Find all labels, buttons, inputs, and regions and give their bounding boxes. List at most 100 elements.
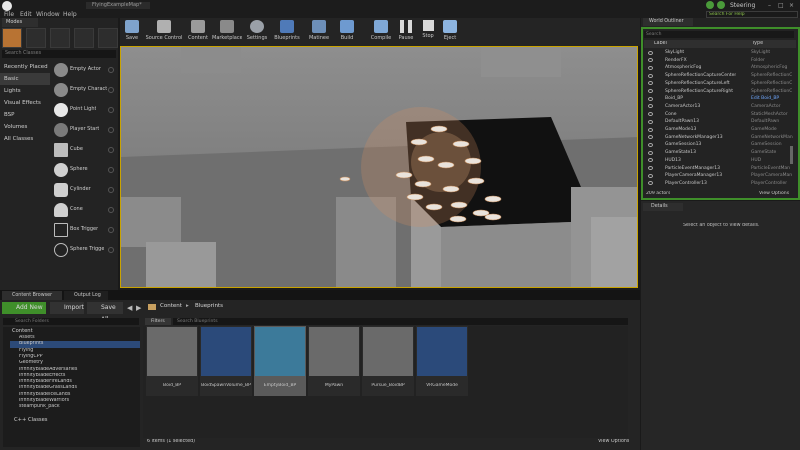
profile-icon[interactable] bbox=[717, 1, 725, 9]
category-bsp[interactable]: BSP bbox=[0, 109, 50, 121]
maximize-button[interactable]: □ bbox=[778, 2, 786, 9]
matinee-button[interactable]: Matinee bbox=[306, 20, 332, 45]
search-assets-input[interactable]: Search Blueprints bbox=[173, 318, 628, 325]
add-new-button[interactable]: Add New bbox=[2, 302, 46, 314]
asset-tile[interactable]: Boid_BP bbox=[146, 326, 198, 396]
outliner-row[interactable]: DefaultPawn13 DefaultPawn bbox=[643, 118, 795, 126]
outliner-row[interactable]: SphereReflectionCaptureCenter SphereRefle… bbox=[643, 72, 795, 80]
category-visual-effects[interactable]: Visual Effects bbox=[0, 97, 50, 109]
minimize-button[interactable]: – bbox=[768, 2, 776, 9]
tree-root-content[interactable]: Content bbox=[12, 328, 33, 334]
modes-tab[interactable]: Modes bbox=[2, 18, 38, 27]
landscape-mode-icon[interactable] bbox=[50, 28, 70, 48]
outliner-row[interactable]: Cone StaticMeshActor bbox=[643, 111, 795, 119]
place-item-player-start[interactable]: Player Start bbox=[52, 121, 118, 140]
foliage-mode-icon[interactable] bbox=[74, 28, 94, 48]
visibility-eye-icon[interactable] bbox=[648, 135, 653, 140]
close-button[interactable]: × bbox=[789, 2, 797, 9]
paint-mode-icon[interactable] bbox=[26, 28, 46, 48]
save-button[interactable]: Save bbox=[122, 20, 142, 45]
info-icon[interactable] bbox=[108, 67, 114, 73]
outliner-row[interactable]: SphereReflectionCaptureLeft SphereReflect… bbox=[643, 80, 795, 88]
column-type[interactable]: Type bbox=[752, 41, 763, 46]
visibility-eye-icon[interactable] bbox=[648, 166, 653, 170]
category-volumes[interactable]: Volumes bbox=[0, 121, 50, 133]
outliner-view-options[interactable]: View Options bbox=[759, 191, 789, 196]
import-button[interactable]: Import bbox=[50, 302, 84, 314]
visibility-eye-icon[interactable] bbox=[648, 142, 653, 147]
info-icon[interactable] bbox=[108, 207, 114, 213]
asset-tile[interactable]: EmptyBoid_BP bbox=[254, 326, 306, 396]
settings-button[interactable]: Settings bbox=[244, 20, 270, 45]
save-all-button[interactable]: Save All bbox=[87, 302, 123, 323]
visibility-eye-icon[interactable] bbox=[648, 119, 653, 124]
place-item-cube[interactable]: Cube bbox=[52, 141, 118, 160]
asset-tile[interactable]: Pursue_BoidBP bbox=[362, 326, 414, 396]
place-item-sphere[interactable]: Sphere bbox=[52, 161, 118, 180]
info-icon[interactable] bbox=[108, 127, 114, 133]
info-icon[interactable] bbox=[108, 187, 114, 193]
pause-button[interactable]: Pause bbox=[396, 20, 416, 45]
column-label[interactable]: Label bbox=[654, 41, 667, 46]
menu-edit[interactable]: Edit bbox=[20, 11, 32, 18]
place-item-box-trigger[interactable]: Box Trigger bbox=[52, 221, 118, 240]
visibility-eye-icon[interactable] bbox=[648, 89, 653, 93]
stop-button[interactable]: Stop bbox=[418, 20, 438, 45]
place-item-point-light[interactable]: Point Light bbox=[52, 101, 118, 120]
outliner-tab[interactable]: World Outliner bbox=[643, 18, 693, 26]
tab-content-browser[interactable]: Content Browser bbox=[2, 291, 62, 300]
visibility-eye-icon[interactable] bbox=[648, 65, 653, 70]
menu-file[interactable]: File bbox=[4, 11, 14, 18]
visibility-eye-icon[interactable] bbox=[648, 158, 653, 163]
outliner-search-input[interactable]: Search bbox=[644, 31, 794, 38]
tree-cpp-classes[interactable]: C++ Classes bbox=[14, 417, 48, 423]
geometry-mode-icon[interactable] bbox=[98, 28, 118, 48]
forward-arrow-icon[interactable]: ▶ bbox=[136, 304, 141, 312]
outliner-row[interactable]: AtmosphericFog AtmosphericFog bbox=[643, 64, 795, 72]
place-mode-icon[interactable] bbox=[2, 28, 22, 48]
category-lights[interactable]: Lights bbox=[0, 85, 50, 97]
outliner-row[interactable]: GameSession13 GameSession bbox=[643, 141, 795, 149]
level-viewport[interactable] bbox=[120, 46, 638, 288]
info-icon[interactable] bbox=[108, 107, 114, 113]
visibility-eye-icon[interactable] bbox=[648, 127, 653, 132]
visibility-eye-icon[interactable] bbox=[648, 181, 653, 186]
back-arrow-icon[interactable]: ◀ bbox=[127, 304, 132, 312]
outliner-row[interactable]: RenderFX Folder bbox=[643, 57, 795, 65]
info-icon[interactable] bbox=[108, 247, 114, 253]
outliner-row[interactable]: Boid_BP Edit Boid_BP bbox=[643, 95, 795, 103]
content-view-options[interactable]: View Options bbox=[598, 439, 629, 444]
tab-output-log[interactable]: Output Log bbox=[64, 291, 108, 300]
visibility-eye-icon[interactable] bbox=[648, 104, 653, 109]
unreal-logo-icon[interactable] bbox=[2, 1, 12, 11]
info-icon[interactable] bbox=[108, 167, 114, 173]
place-item-cylinder[interactable]: Cylinder bbox=[52, 181, 118, 200]
outliner-row[interactable]: SkyLight SkyLight bbox=[643, 49, 795, 57]
info-icon[interactable] bbox=[108, 227, 114, 233]
blueprints-button[interactable]: Blueprints bbox=[272, 20, 302, 45]
breadcrumb-content[interactable]: Content bbox=[160, 303, 182, 309]
visibility-eye-icon[interactable] bbox=[648, 150, 653, 155]
profile-icon[interactable] bbox=[706, 1, 714, 9]
place-item-sphere-trigger[interactable]: Sphere Trigge bbox=[52, 241, 118, 260]
asset-tile[interactable]: BoidSpawnVolume_BP bbox=[200, 326, 252, 396]
visibility-eye-icon[interactable] bbox=[648, 96, 653, 101]
tree-folder[interactable]: steampunk_pack bbox=[10, 404, 140, 411]
place-item-cone[interactable]: Cone bbox=[52, 201, 118, 220]
source-control-button[interactable]: Source Control bbox=[144, 20, 184, 45]
place-item-empty-character[interactable]: Empty Charact bbox=[52, 81, 118, 100]
asset-tile[interactable]: VRGameMode bbox=[416, 326, 468, 396]
outliner-row[interactable]: GameNetworkManager13 GameNetworkMan bbox=[643, 134, 795, 142]
search-help-input[interactable]: Search For Help bbox=[706, 11, 798, 18]
outliner-row[interactable]: GameMode13 GameMode bbox=[643, 126, 795, 134]
outliner-row[interactable]: ParticleEventManager13 ParticleEventMan bbox=[643, 165, 795, 173]
visibility-eye-icon[interactable] bbox=[648, 173, 653, 178]
outliner-scrollbar[interactable] bbox=[790, 146, 793, 164]
visibility-eye-icon[interactable] bbox=[648, 81, 653, 86]
menu-window[interactable]: Window bbox=[36, 11, 60, 18]
outliner-row[interactable]: CameraActor13 CameraActor bbox=[643, 103, 795, 111]
place-item-empty-actor[interactable]: Empty Actor bbox=[52, 61, 118, 80]
outliner-row[interactable]: SphereReflectionCaptureRight SphereReflec… bbox=[643, 88, 795, 96]
visibility-eye-icon[interactable] bbox=[648, 50, 653, 55]
info-icon[interactable] bbox=[108, 147, 114, 153]
